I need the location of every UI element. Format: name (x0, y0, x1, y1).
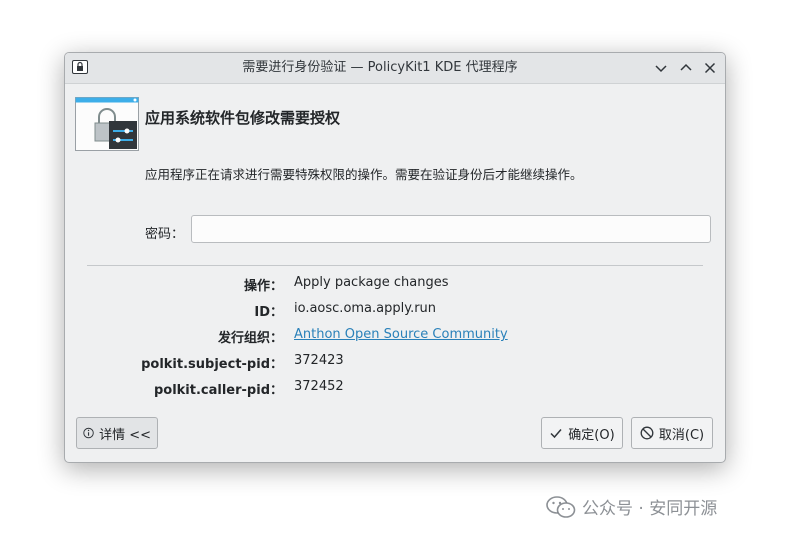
screen: 需要进行身份验证 — PolicyKit1 KDE 代理程序 应用系统软件包修改 (0, 0, 789, 538)
details-toggle-button[interactable]: 详情 << (76, 417, 158, 449)
checkmark-icon (550, 429, 562, 439)
info-icon (83, 427, 94, 439)
detail-row-id: ID： io.aosc.oma.apply.run (65, 301, 725, 321)
cancel-icon (640, 426, 654, 440)
detail-row-subject-pid: polkit.subject-pid： 372423 (65, 353, 725, 373)
watermark: 公众号 · 安同开源 (546, 494, 717, 519)
lock-icon[interactable] (72, 60, 88, 74)
dialog-heading: 应用系统软件包修改需要授权 (145, 109, 341, 127)
vendor-link[interactable]: Anthon Open Source Community (294, 327, 508, 342)
wechat-icon (546, 495, 576, 518)
detail-key: 发行组织： (217, 331, 283, 346)
detail-row-vendor: 发行组织： Anthon Open Source Community (65, 327, 725, 347)
detail-value: io.aosc.oma.apply.run (294, 301, 437, 316)
detail-row-caller-pid: polkit.caller-pid： 372452 (65, 379, 725, 399)
details-button-label: 详情 << (99, 427, 151, 443)
titlebar[interactable]: 需要进行身份验证 — PolicyKit1 KDE 代理程序 (65, 53, 725, 84)
detail-row-action: 操作： Apply package changes (65, 275, 725, 295)
system-settings-lock-icon (75, 97, 139, 151)
ok-button-label: 确定(O) (568, 427, 615, 443)
separator (87, 265, 703, 266)
watermark-text: 公众号 · 安同开源 (582, 499, 718, 519)
detail-value: 372423 (294, 353, 344, 368)
detail-key: polkit.caller-pid： (153, 383, 283, 398)
detail-value: Apply package changes (294, 275, 449, 290)
detail-key: 操作： (243, 279, 283, 294)
detail-value: 372452 (294, 379, 344, 394)
detail-key: ID： (254, 305, 283, 320)
dialog-description: 应用程序正在请求进行需要特殊权限的操作。需要在验证身份后才能继续操作。 (145, 167, 583, 182)
detail-key: polkit.subject-pid： (141, 357, 283, 372)
minimize-icon[interactable] (653, 60, 669, 76)
auth-dialog: 需要进行身份验证 — PolicyKit1 KDE 代理程序 应用系统软件包修改 (64, 52, 726, 463)
password-label: 密码： (145, 227, 185, 242)
window-title: 需要进行身份验证 — PolicyKit1 KDE 代理程序 (242, 60, 518, 75)
close-icon[interactable] (702, 60, 718, 76)
password-input[interactable] (191, 215, 711, 243)
maximize-icon[interactable] (678, 60, 694, 76)
ok-button[interactable]: 确定(O) (541, 417, 623, 449)
cancel-button[interactable]: 取消(C) (631, 417, 713, 449)
cancel-button-label: 取消(C) (658, 427, 705, 443)
